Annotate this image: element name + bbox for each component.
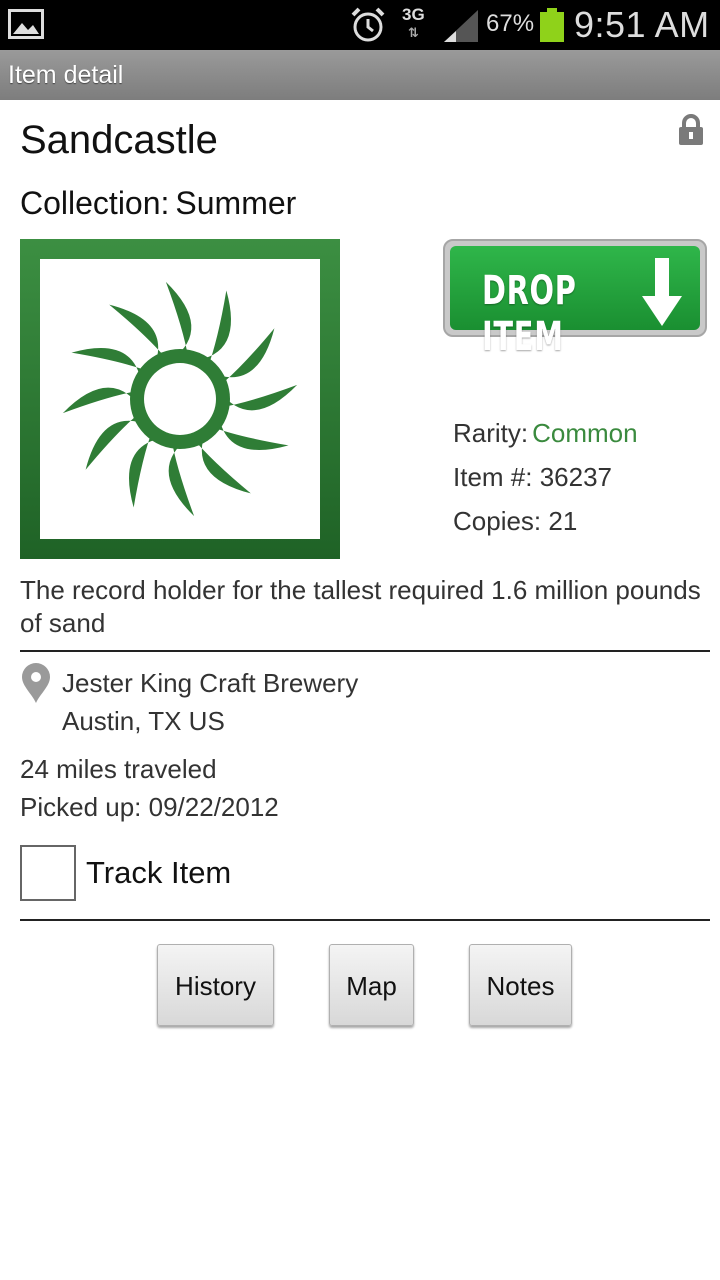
- item-number-label: Item #:: [453, 462, 533, 492]
- battery-percent: 67%: [486, 10, 535, 37]
- alarm-icon: [351, 7, 385, 42]
- sun-ray: [165, 281, 192, 360]
- signal-strength-icon: [444, 10, 478, 42]
- rarity-line: Rarity: Common: [453, 418, 638, 449]
- location-pin-icon: [22, 663, 50, 703]
- location-city: Austin, TX US: [62, 706, 225, 736]
- picked-up-date: Picked up: 09/22/2012: [20, 792, 279, 822]
- network-type-text: 3G: [402, 5, 425, 24]
- item-number-value: 36237: [539, 462, 613, 492]
- sun-ray: [219, 384, 298, 411]
- sun-ray: [62, 387, 141, 414]
- arrow-down-icon: [642, 258, 682, 326]
- rarity-value: Common: [532, 418, 638, 448]
- copies-line: Copies: 21: [453, 506, 577, 537]
- copies-value: 21: [548, 506, 578, 536]
- action-bar: Item detail: [0, 50, 720, 100]
- rarity-label: Rarity:: [453, 418, 529, 448]
- divider: [20, 919, 710, 921]
- sun-icon: [62, 281, 298, 517]
- map-button[interactable]: Map: [329, 944, 414, 1026]
- track-item-checkbox[interactable]: [20, 845, 76, 901]
- location-place: Jester King Craft Brewery: [62, 668, 359, 698]
- drop-item-button[interactable]: DROP ITEM: [443, 239, 707, 360]
- sun-ray: [168, 438, 195, 517]
- collection-value: Summer: [175, 185, 297, 221]
- copies-label: Copies:: [453, 506, 542, 536]
- battery-icon: [540, 8, 564, 42]
- collection-line: Collection: Summer: [20, 185, 296, 222]
- track-item-label[interactable]: Track Item: [86, 855, 231, 891]
- item-name: Sandcastle: [20, 118, 218, 162]
- divider: [20, 650, 710, 652]
- item-number-line: Item #: 36237: [453, 462, 612, 493]
- notes-button[interactable]: Notes: [469, 944, 572, 1026]
- sun-core: [144, 363, 216, 435]
- drop-item-label: DROP ITEM: [482, 268, 577, 360]
- network-type-icon: 3G ⇅: [402, 5, 425, 41]
- history-button[interactable]: History: [157, 944, 274, 1026]
- clock: 9:51 AM: [574, 4, 710, 45]
- status-bar: 3G ⇅ 67% 9:51 AM: [0, 0, 720, 50]
- lock-icon[interactable]: [678, 114, 704, 146]
- item-description: The record holder for the tallest requir…: [20, 575, 701, 638]
- screen-title: Item detail: [8, 61, 124, 89]
- collection-label: Collection:: [20, 185, 170, 221]
- gallery-notification-icon: [8, 9, 44, 39]
- item-image: [20, 239, 340, 559]
- miles-traveled: 24 miles traveled: [20, 754, 217, 784]
